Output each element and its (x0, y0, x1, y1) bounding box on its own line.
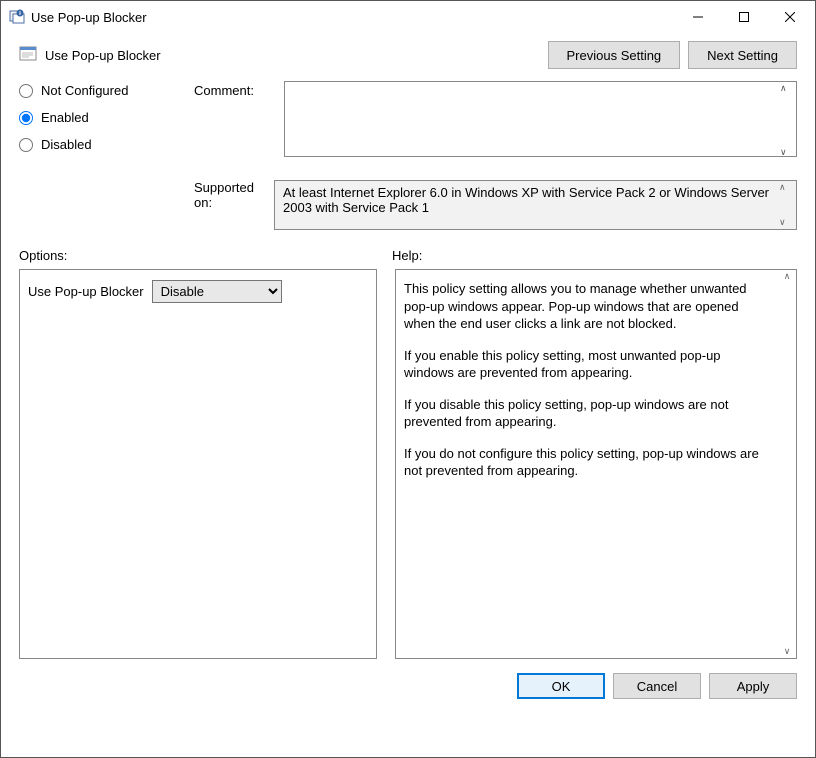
policy-title: Use Pop-up Blocker (45, 48, 540, 63)
config-row: Not Configured Enabled Disabled Comment:… (19, 81, 797, 164)
radio-disabled-label: Disabled (41, 137, 92, 152)
options-label: Options: (19, 248, 392, 263)
close-button[interactable] (767, 2, 813, 32)
supported-label: Supported on: (19, 180, 264, 230)
dialog-footer: OK Cancel Apply (19, 673, 797, 699)
scroll-down-icon: ∨ (779, 217, 795, 228)
options-pane: Use Pop-up Blocker Disable (19, 269, 377, 659)
next-setting-button[interactable]: Next Setting (688, 41, 797, 69)
radio-disabled[interactable]: Disabled (19, 137, 184, 152)
option-label: Use Pop-up Blocker (28, 284, 144, 299)
policy-dialog: Use Pop-up Blocker (0, 0, 816, 758)
previous-setting-button[interactable]: Previous Setting (548, 41, 681, 69)
help-paragraph: If you enable this policy setting, most … (404, 347, 770, 382)
policy-titlebar-icon (9, 9, 25, 25)
radio-enabled-label: Enabled (41, 110, 89, 125)
state-radios: Not Configured Enabled Disabled (19, 81, 184, 164)
policy-icon (19, 46, 39, 64)
apply-button[interactable]: Apply (709, 673, 797, 699)
ok-button[interactable]: OK (517, 673, 605, 699)
radio-enabled-input[interactable] (19, 111, 33, 125)
option-popup-blocker: Use Pop-up Blocker Disable (28, 280, 368, 303)
comment-label: Comment: (194, 81, 274, 164)
window-title: Use Pop-up Blocker (31, 10, 675, 25)
radio-not-configured-label: Not Configured (41, 83, 128, 98)
radio-disabled-input[interactable] (19, 138, 33, 152)
popup-blocker-select[interactable]: Disable (152, 280, 282, 303)
supported-on-text: At least Internet Explorer 6.0 in Window… (274, 180, 797, 230)
policy-header: Use Pop-up Blocker Previous Setting Next… (19, 41, 797, 69)
radio-enabled[interactable]: Enabled (19, 110, 184, 125)
maximize-button[interactable] (721, 2, 767, 32)
minimize-button[interactable] (675, 2, 721, 32)
supported-row: Supported on: At least Internet Explorer… (19, 180, 797, 230)
radio-not-configured[interactable]: Not Configured (19, 83, 184, 98)
panes: Use Pop-up Blocker Disable This policy s… (19, 269, 797, 659)
cancel-button[interactable]: Cancel (613, 673, 701, 699)
help-paragraph: If you disable this policy setting, pop-… (404, 396, 770, 431)
titlebar: Use Pop-up Blocker (1, 1, 815, 33)
help-pane: This policy setting allows you to manage… (395, 269, 797, 659)
help-text: This policy setting allows you to manage… (404, 280, 770, 480)
supported-on-value: At least Internet Explorer 6.0 in Window… (283, 185, 769, 215)
help-paragraph: This policy setting allows you to manage… (404, 280, 770, 333)
dialog-body: Use Pop-up Blocker Previous Setting Next… (1, 33, 815, 757)
help-scrollbar[interactable]: ∧ ∨ (779, 271, 795, 657)
scroll-up-icon: ∧ (779, 182, 795, 193)
help-paragraph: If you do not configure this policy sett… (404, 445, 770, 480)
scroll-down-icon: ∨ (784, 646, 791, 657)
pane-labels: Options: Help: (19, 248, 797, 263)
radio-not-configured-input[interactable] (19, 84, 33, 98)
help-label: Help: (392, 248, 422, 263)
comment-textarea[interactable] (284, 81, 797, 157)
window-controls (675, 2, 813, 32)
scroll-up-icon: ∧ (784, 271, 791, 282)
